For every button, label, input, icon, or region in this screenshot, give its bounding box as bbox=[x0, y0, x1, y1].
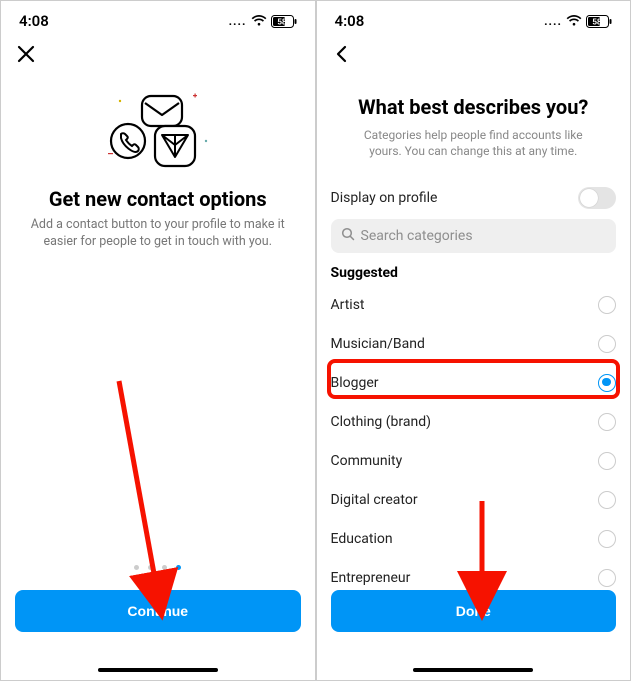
status-indicators: .... 58 bbox=[229, 14, 297, 28]
category-row[interactable]: Digital creator bbox=[317, 480, 631, 519]
category-radio[interactable] bbox=[598, 491, 616, 509]
battery-number: 58 bbox=[277, 17, 286, 26]
svg-text:58: 58 bbox=[593, 17, 602, 26]
wifi-icon bbox=[251, 15, 267, 27]
status-time: 4:08 bbox=[335, 12, 365, 30]
back-icon[interactable] bbox=[329, 41, 355, 67]
category-label: Clothing (brand) bbox=[331, 414, 432, 430]
signal-dots-icon: .... bbox=[229, 14, 247, 28]
category-label: Community bbox=[331, 453, 403, 469]
page-title: Get new contact options bbox=[17, 187, 299, 211]
battery-icon: 58 bbox=[586, 15, 612, 28]
page-dot bbox=[134, 565, 139, 570]
category-radio[interactable] bbox=[598, 335, 616, 353]
nav-bar bbox=[1, 37, 315, 71]
search-placeholder: Search categories bbox=[361, 228, 473, 244]
category-label: Entrepreneur bbox=[331, 570, 411, 586]
signal-dots-icon: .... bbox=[544, 14, 562, 28]
suggested-heading: Suggested bbox=[317, 253, 631, 285]
status-bar: 4:08 .... 58 bbox=[317, 1, 631, 37]
search-input[interactable]: Search categories bbox=[331, 219, 617, 253]
category-label: Blogger bbox=[331, 375, 379, 391]
page-dot-active bbox=[176, 565, 181, 570]
category-label: Musician/Band bbox=[331, 336, 425, 352]
screen-category-select: 4:08 .... 58 What best describes you? Ca… bbox=[316, 0, 631, 681]
category-radio[interactable] bbox=[598, 452, 616, 470]
screen-contact-options: 4:08 .... 58 bbox=[0, 0, 316, 681]
page-dot bbox=[148, 565, 153, 570]
battery-icon: 58 bbox=[271, 15, 297, 28]
close-icon[interactable] bbox=[13, 41, 39, 67]
done-button[interactable]: Done bbox=[331, 590, 617, 632]
category-row[interactable]: Blogger bbox=[317, 363, 631, 402]
page-subtitle: Categories help people find accounts lik… bbox=[317, 127, 631, 159]
display-on-profile-label: Display on profile bbox=[331, 190, 438, 206]
display-on-profile-row: Display on profile bbox=[317, 187, 631, 209]
category-radio[interactable] bbox=[598, 413, 616, 431]
status-time: 4:08 bbox=[19, 12, 49, 30]
category-row[interactable]: Community bbox=[317, 441, 631, 480]
nav-bar bbox=[317, 37, 631, 71]
status-bar: 4:08 .... 58 bbox=[1, 1, 315, 37]
page-indicator bbox=[1, 565, 315, 570]
home-indicator[interactable] bbox=[98, 668, 218, 673]
category-list: Artist Musician/Band Blogger Clothing (bran… bbox=[317, 285, 631, 597]
wifi-icon bbox=[566, 15, 582, 27]
page-dot bbox=[162, 565, 167, 570]
category-row[interactable]: Clothing (brand) bbox=[317, 402, 631, 441]
status-indicators: .... 58 bbox=[544, 14, 612, 28]
home-indicator[interactable] bbox=[413, 668, 533, 673]
category-label: Artist bbox=[331, 297, 365, 313]
category-radio[interactable] bbox=[598, 374, 616, 392]
contact-illustration bbox=[98, 91, 218, 171]
category-row[interactable]: Musician/Band bbox=[317, 324, 631, 363]
search-icon bbox=[341, 227, 355, 245]
category-radio[interactable] bbox=[598, 530, 616, 548]
category-label: Education bbox=[331, 531, 393, 547]
category-radio[interactable] bbox=[598, 296, 616, 314]
category-row[interactable]: Education bbox=[317, 519, 631, 558]
page-title: What best describes you? bbox=[337, 95, 611, 119]
category-label: Digital creator bbox=[331, 492, 418, 508]
display-on-profile-toggle[interactable] bbox=[578, 187, 616, 209]
page-subtitle: Add a contact button to your profile to … bbox=[1, 217, 315, 251]
category-row[interactable]: Artist bbox=[317, 285, 631, 324]
continue-button[interactable]: Continue bbox=[15, 590, 301, 632]
category-radio[interactable] bbox=[598, 569, 616, 587]
